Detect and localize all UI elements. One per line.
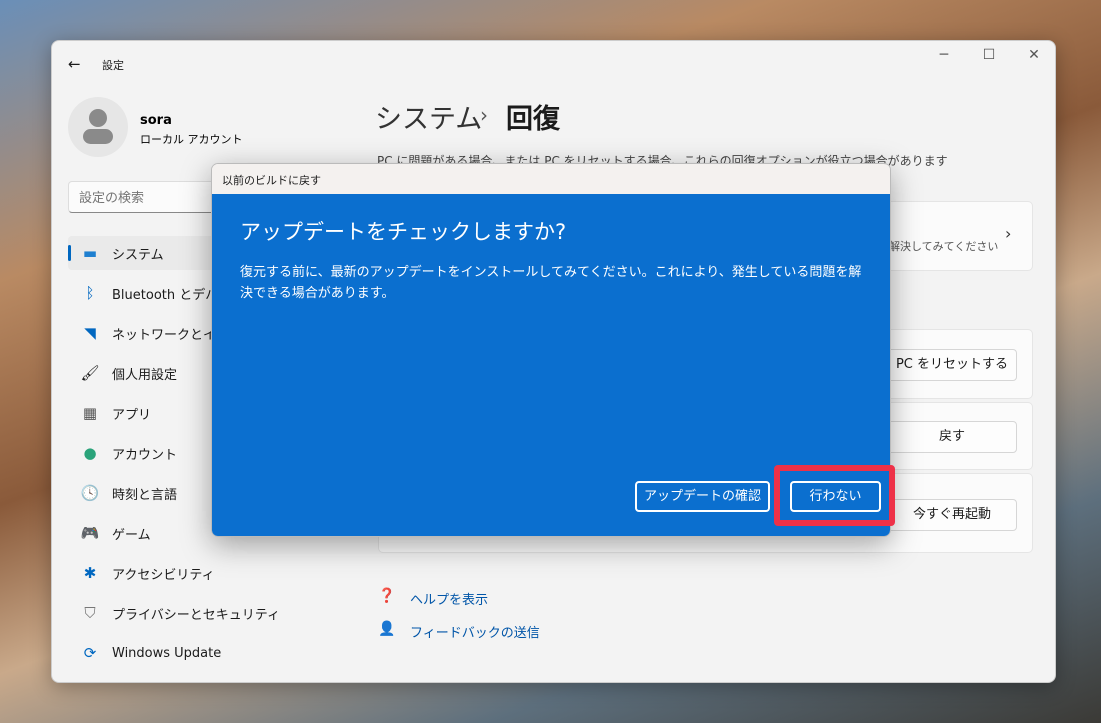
dialog-heading: アップデートをチェックしますか? [240, 220, 567, 244]
back-button[interactable]: ← [68, 55, 81, 73]
highlight-box [774, 465, 895, 526]
shield-icon: ⛉ [84, 604, 96, 622]
apps-icon: ▦ [82, 404, 98, 422]
maximize-button[interactable]: ☐ [969, 47, 1009, 63]
card-subtitle: 解決してみてください [889, 240, 999, 253]
accessibility-icon: ✱ [83, 564, 97, 582]
sidebar-item-8[interactable]: ✱ アクセシビリティ [68, 556, 358, 590]
sidebar-item-label: アカウント [112, 447, 178, 463]
person-icon [89, 109, 107, 127]
sidebar-item-10[interactable]: ⟳ Windows Update [68, 636, 358, 670]
sidebar-item-label: 時刻と言語 [112, 487, 178, 503]
close-button[interactable]: ✕ [1014, 47, 1054, 63]
avatar[interactable] [68, 97, 128, 157]
wifi-icon: ◥ [84, 324, 96, 342]
help-icon: ❓ [378, 588, 396, 604]
reset-pc-button[interactable]: PC をリセットする [887, 349, 1017, 381]
window-title: 設定 [102, 59, 124, 72]
sidebar-item-9[interactable]: ⛉ プライバシーとセキュリティ [68, 596, 358, 630]
update-icon: ⟳ [83, 644, 97, 662]
restart-now-button[interactable]: 今すぐ再起動 [887, 499, 1017, 531]
feedback-link[interactable]: フィードバックの送信 [410, 622, 540, 641]
sidebar-item-label: 個人用設定 [112, 367, 178, 383]
sidebar-item-label: システム [112, 247, 164, 263]
breadcrumb-parent[interactable]: システム [375, 97, 482, 136]
dialog-body: 復元する前に、最新のアップデートをインストールしてみてください。これにより、発生… [240, 265, 862, 301]
gamepad-icon: 🎮 [80, 524, 100, 542]
user-name: sora [140, 113, 172, 128]
go-back-button[interactable]: 戻す [887, 421, 1017, 453]
breadcrumb-separator: › [480, 103, 488, 127]
help-link[interactable]: ヘルプを表示 [410, 589, 488, 608]
account-type: ローカル アカウント [140, 133, 243, 146]
brush-icon: 🖌 [80, 364, 100, 382]
minimize-button[interactable]: ─ [924, 47, 964, 63]
sidebar-item-label: アクセシビリティ [112, 567, 215, 583]
chevron-right-icon: › [1005, 224, 1012, 243]
check-updates-button[interactable]: アップデートの確認 [635, 481, 770, 512]
page-title: 回復 [506, 104, 560, 135]
clock-globe-icon: 🕓 [80, 484, 100, 502]
bluetooth-icon: ᛒ [85, 284, 95, 302]
sidebar-item-label: アプリ [112, 407, 152, 423]
sidebar-item-label: Windows Update [112, 645, 222, 661]
sidebar-item-label: ゲーム [112, 527, 151, 543]
account-icon: ● [83, 444, 97, 462]
feedback-icon: 👤 [378, 621, 396, 637]
sidebar-item-label: プライバシーとセキュリティ [112, 607, 280, 623]
dialog-title: 以前のビルドに戻す [212, 164, 890, 194]
display-icon: ▬ [82, 244, 98, 262]
